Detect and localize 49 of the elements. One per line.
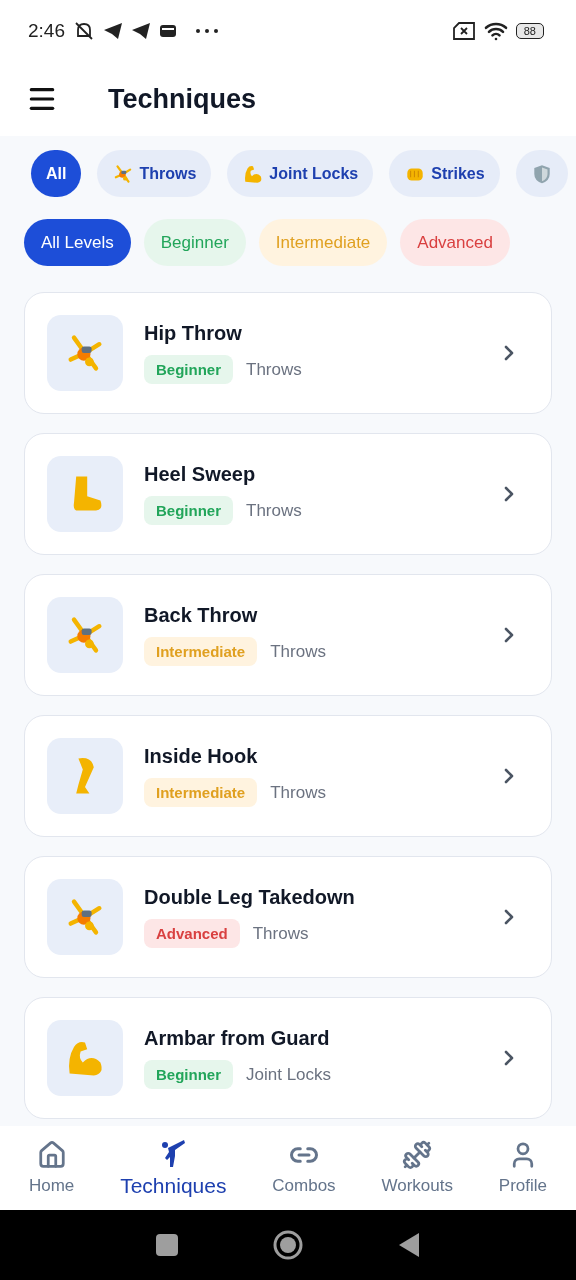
nav-tab[interactable]: Home <box>26 1136 77 1200</box>
technique-category: Throws <box>252 923 309 944</box>
technique-name: Heel Sweep <box>144 463 256 486</box>
level-badge: Beginner <box>144 355 233 384</box>
wallet-icon <box>159 23 177 39</box>
level-badge: Intermediate <box>144 637 258 666</box>
technique-card[interactable]: Inside Hook Intermediate Throws <box>24 715 552 837</box>
paper-plane-icon <box>103 22 123 40</box>
category-chip[interactable]: Throws <box>97 150 212 197</box>
category-chip[interactable]: Strikes <box>389 150 500 197</box>
more-dots-icon <box>195 28 219 34</box>
recents-button-icon[interactable] <box>156 1234 178 1256</box>
level-chip[interactable]: All Levels <box>24 219 131 266</box>
level-badge: Intermediate <box>144 778 258 807</box>
technique-card[interactable]: Heel Sweep Beginner Throws <box>24 433 552 555</box>
level-badge: Beginner <box>144 1060 233 1089</box>
technique-category: Throws <box>246 359 302 380</box>
technique-card[interactable]: Back Throw Intermediate Throws <box>24 574 552 696</box>
home-button-icon[interactable] <box>273 1230 303 1260</box>
home-icon <box>36 1140 67 1170</box>
paper-plane-icon <box>131 22 151 40</box>
technique-name: Hip Throw <box>144 322 242 345</box>
technique-name: Back Throw <box>144 604 258 627</box>
technique-category: Throws <box>270 782 326 803</box>
dumbbell-icon <box>402 1140 433 1170</box>
technique-name: Armbar from Guard <box>144 1027 330 1050</box>
technique-category: Throws <box>246 500 302 521</box>
no-sim-icon <box>451 22 476 40</box>
back-button-icon[interactable] <box>398 1232 420 1258</box>
nav-tab[interactable]: Combos <box>270 1136 338 1200</box>
level-badge: Advanced <box>144 919 240 948</box>
technique-category: Throws <box>270 641 326 662</box>
nav-tab[interactable]: Workouts <box>379 1136 455 1200</box>
nav-tab[interactable]: Techniques <box>118 1134 229 1202</box>
category-chip[interactable]: All <box>31 150 82 197</box>
nav-tab[interactable]: Profile <box>496 1136 550 1200</box>
technique-card[interactable]: Double Leg Takedown Advanced Throws <box>24 856 552 978</box>
level-chip[interactable]: Advanced <box>400 219 510 266</box>
technique-card[interactable]: Hip Throw Beginner Throws <box>24 292 552 414</box>
status-time: 2:46 <box>28 20 65 42</box>
technique-category: Joint Locks <box>246 1064 332 1085</box>
page-title: Techniques <box>108 83 257 115</box>
technique-card[interactable]: Armbar from Guard Beginner Joint Locks <box>24 997 552 1119</box>
technique-name: Double Leg Takedown <box>144 886 355 909</box>
battery-level: 88 <box>515 23 544 39</box>
category-chip[interactable]: Joint Locks <box>227 150 374 197</box>
level-badge: Beginner <box>144 496 233 525</box>
muted-bell-icon <box>73 21 95 41</box>
technique-name: Inside Hook <box>144 745 258 768</box>
